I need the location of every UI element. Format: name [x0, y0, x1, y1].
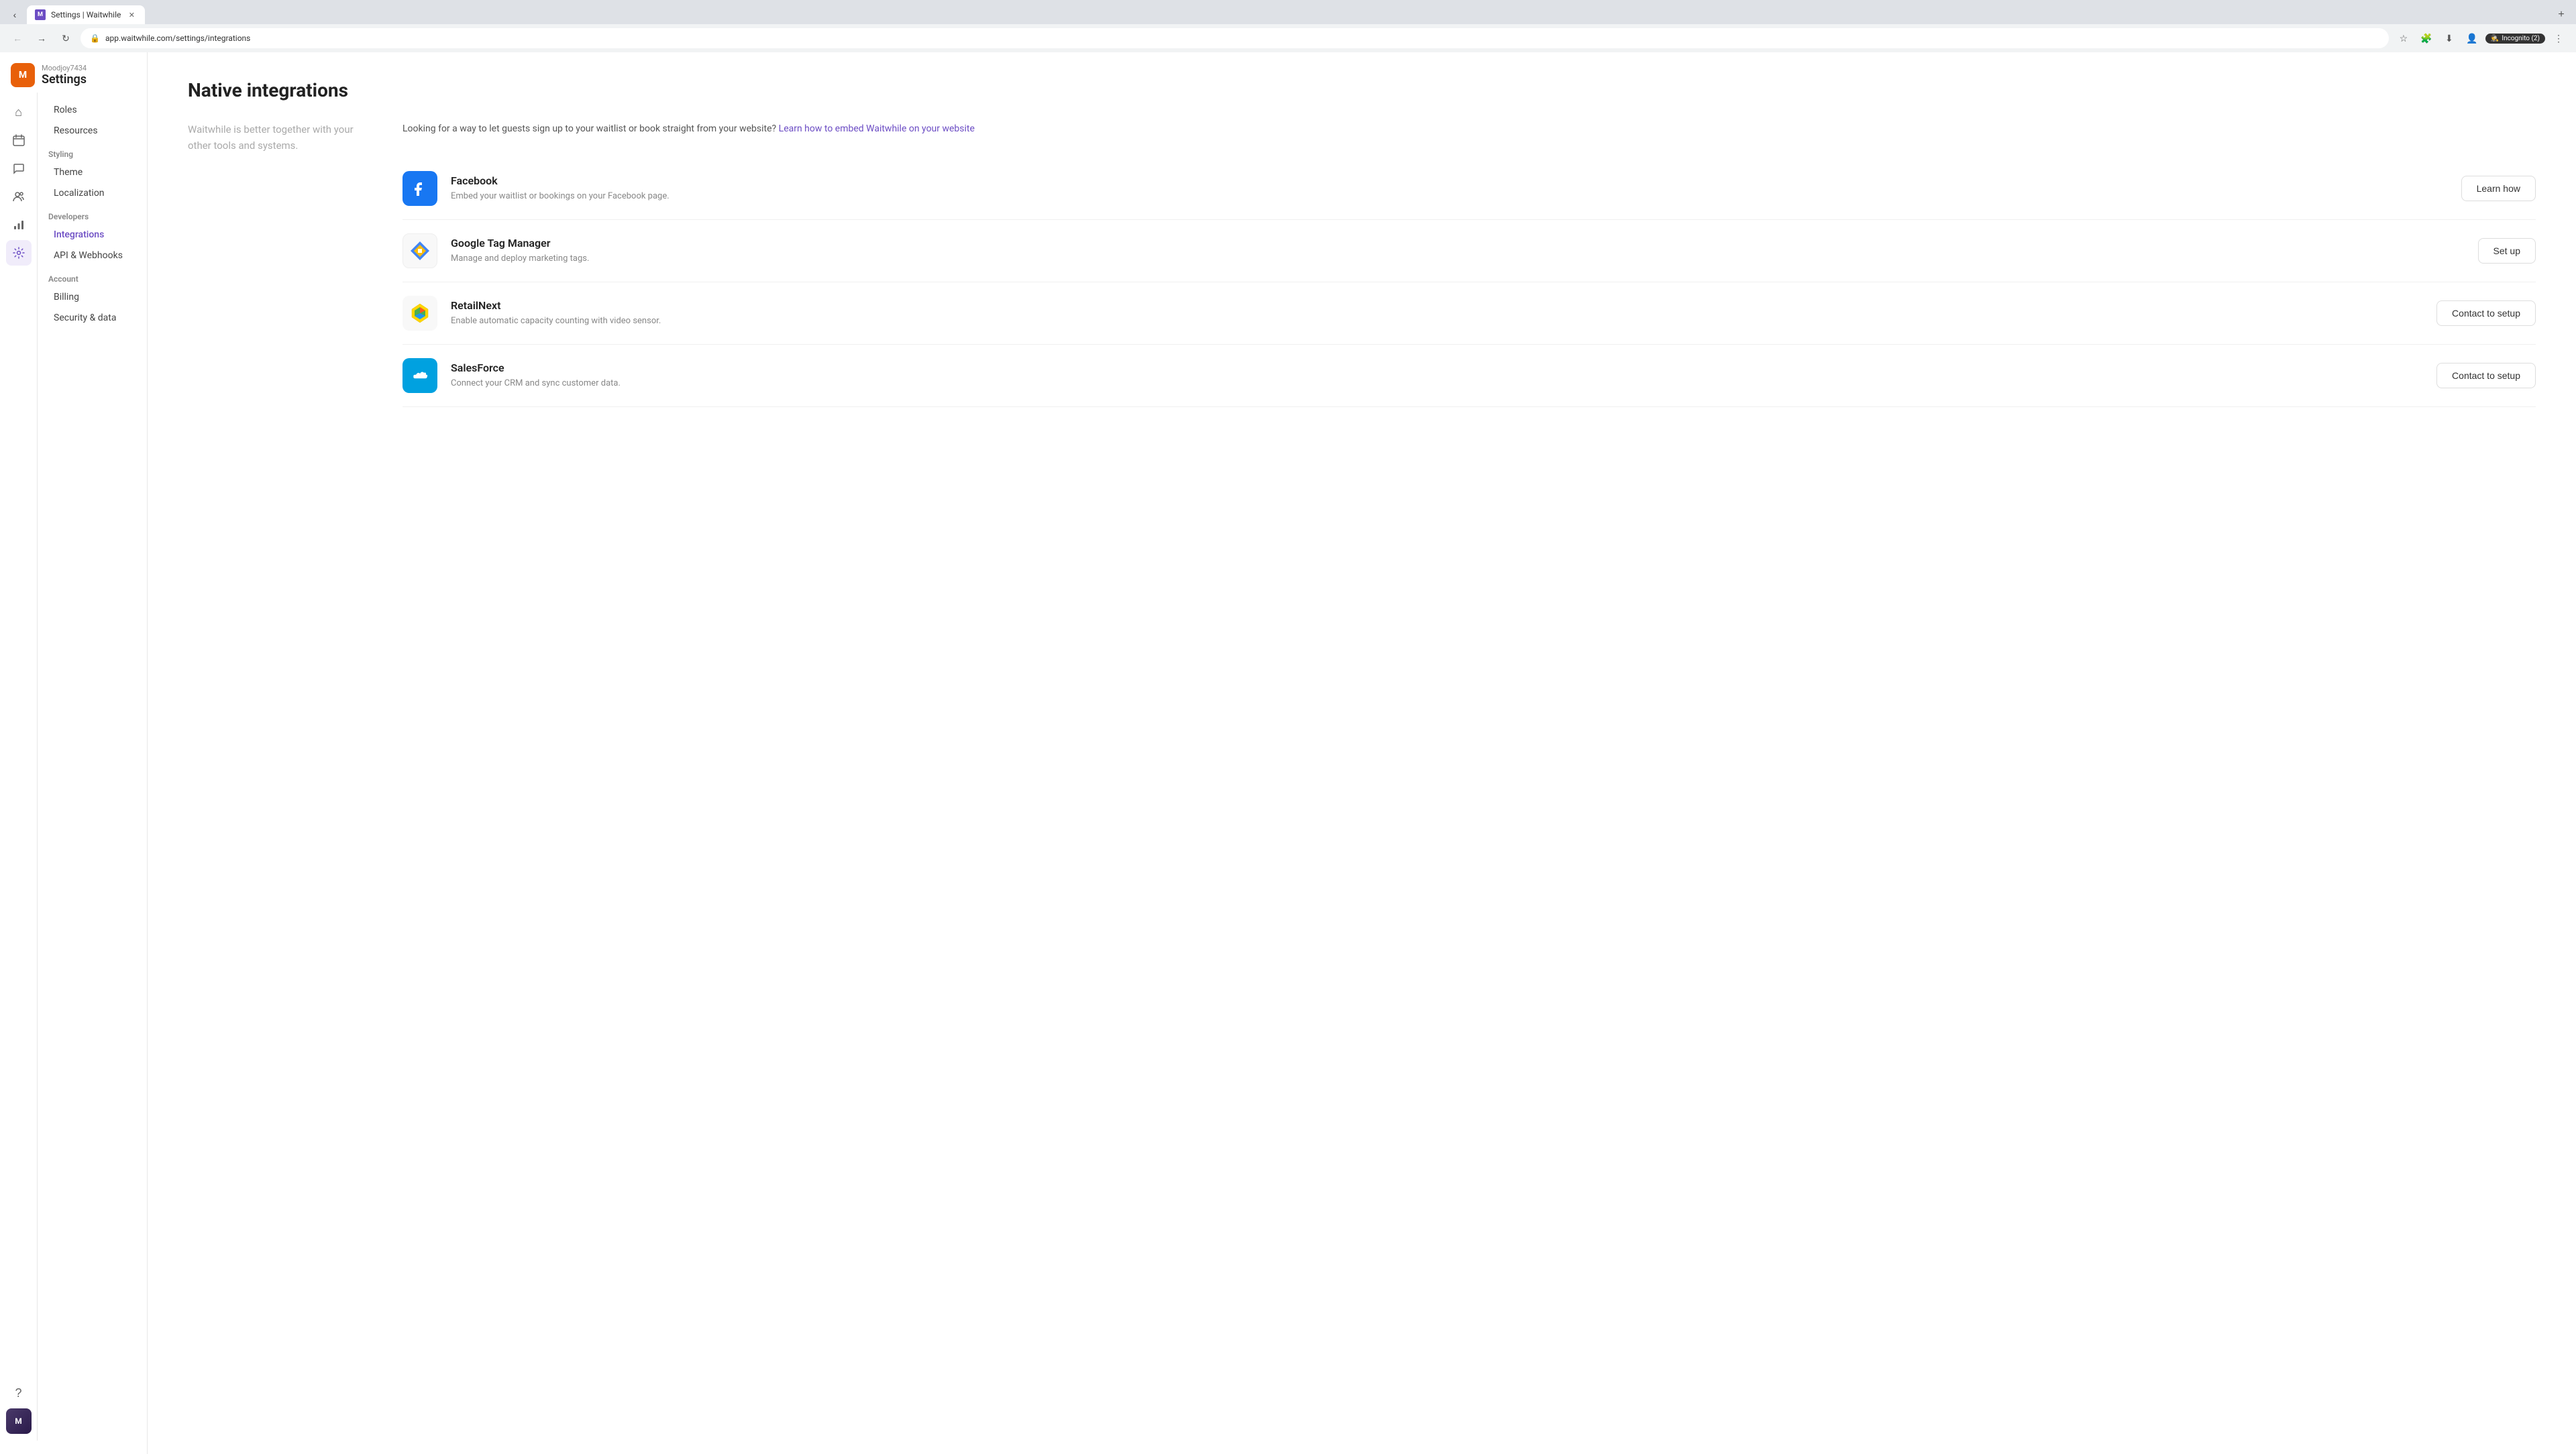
salesforce-desc: Connect your CRM and sync customer data.	[451, 377, 2423, 390]
extensions-button[interactable]: 🧩	[2417, 29, 2436, 48]
sidebar: M Moodjoy7434 Settings ⌂	[0, 52, 148, 1454]
profile-button[interactable]: 👤	[2463, 29, 2481, 48]
active-tab[interactable]: M Settings | Waitwhile ✕	[27, 5, 145, 24]
retailnext-name: RetailNext	[451, 299, 2423, 312]
address-bar[interactable]: 🔒 app.waitwhile.com/settings/integration…	[80, 28, 2389, 48]
text-sidebar: Roles Resources Styling Theme Localizati…	[38, 93, 147, 1441]
sidebar-item-theme[interactable]: Theme	[43, 162, 142, 182]
facebook-logo	[402, 171, 437, 206]
bookmark-button[interactable]: ☆	[2394, 29, 2413, 48]
content-grid: Waitwhile is better together with your o…	[188, 121, 2536, 407]
integration-card-salesforce: SalesForce Connect your CRM and sync cus…	[402, 345, 2536, 407]
gtm-info: Google Tag Manager Manage and deploy mar…	[451, 237, 2465, 266]
gtm-setup-button[interactable]: Set up	[2478, 238, 2536, 264]
page-title: Native integrations	[188, 79, 2536, 101]
chat-nav-button[interactable]	[6, 156, 32, 181]
description-text: Waitwhile is better together with your o…	[188, 121, 376, 154]
description-block: Waitwhile is better together with your o…	[188, 121, 376, 154]
embed-notice: Looking for a way to let guests sign up …	[402, 121, 2536, 136]
new-tab-button[interactable]: +	[2552, 5, 2571, 24]
incognito-badge: 🕵 Incognito (2)	[2485, 34, 2545, 44]
page-header: Native integrations	[188, 79, 2536, 101]
sidebar-item-security[interactable]: Security & data	[43, 308, 142, 328]
download-button[interactable]: ⬇	[2440, 29, 2459, 48]
salesforce-contact-button[interactable]: Contact to setup	[2436, 363, 2536, 388]
browser-icons: ☆ 🧩 ⬇ 👤 🕵 Incognito (2) ⋮	[2394, 29, 2568, 48]
sidebar-header: M Moodjoy7434 Settings	[0, 52, 147, 93]
users-nav-button[interactable]	[6, 184, 32, 209]
back-button[interactable]: ←	[8, 29, 27, 48]
integration-card-gtm: Google Tag Manager Manage and deploy mar…	[402, 220, 2536, 282]
retailnext-logo	[402, 296, 437, 331]
sidebar-item-roles[interactable]: Roles	[43, 100, 142, 120]
sidebar-item-api-webhooks[interactable]: API & Webhooks	[43, 245, 142, 266]
forward-button[interactable]: →	[32, 29, 51, 48]
browser-chrome: ‹ M Settings | Waitwhile ✕ + ← → ↻ 🔒 app…	[0, 0, 2576, 52]
url-text: app.waitwhile.com/settings/integrations	[105, 34, 250, 43]
menu-button[interactable]: ⋮	[2549, 29, 2568, 48]
retailnext-info: RetailNext Enable automatic capacity cou…	[451, 299, 2423, 328]
icon-sidebar: ⌂	[0, 93, 38, 1441]
sidebar-section-developers: Developers	[38, 204, 147, 224]
tab-title: Settings | Waitwhile	[51, 10, 121, 19]
user-avatar-button[interactable]: M	[6, 1408, 32, 1434]
account-name: Moodjoy7434	[42, 64, 87, 72]
sidebar-section-account: Account	[38, 266, 147, 286]
sidebar-item-integrations[interactable]: Integrations	[43, 225, 142, 245]
analytics-nav-button[interactable]	[6, 212, 32, 237]
integrations-block: Looking for a way to let guests sign up …	[402, 121, 2536, 407]
reload-button[interactable]: ↻	[56, 29, 75, 48]
address-bar-row: ← → ↻ 🔒 app.waitwhile.com/settings/integ…	[0, 24, 2576, 52]
facebook-learn-button[interactable]: Learn how	[2461, 176, 2536, 201]
tab-close-button[interactable]: ✕	[126, 9, 137, 20]
tab-bar: ‹ M Settings | Waitwhile ✕ +	[0, 0, 2576, 24]
retailnext-contact-button[interactable]: Contact to setup	[2436, 300, 2536, 326]
home-nav-button[interactable]: ⌂	[6, 99, 32, 125]
app-title-block: Moodjoy7434 Settings	[42, 64, 87, 87]
salesforce-logo	[402, 358, 437, 393]
help-nav-button[interactable]: ?	[6, 1380, 32, 1406]
avatar: M	[11, 63, 35, 87]
sidebar-section-styling: Styling	[38, 142, 147, 162]
sidebar-item-localization[interactable]: Localization	[43, 183, 142, 203]
salesforce-name: SalesForce	[451, 361, 2423, 374]
facebook-info: Facebook Embed your waitlist or bookings…	[451, 174, 2448, 203]
gtm-name: Google Tag Manager	[451, 237, 2465, 249]
tab-list: M Settings | Waitwhile ✕	[27, 5, 2549, 24]
settings-nav-button[interactable]	[6, 240, 32, 266]
sidebar-item-resources[interactable]: Resources	[43, 121, 142, 141]
integration-card-retailnext: RetailNext Enable automatic capacity cou…	[402, 282, 2536, 345]
app-layout: M Moodjoy7434 Settings ⌂	[0, 52, 2576, 1454]
gtm-logo	[402, 233, 437, 268]
tab-list-prev[interactable]: ‹	[5, 5, 24, 24]
sidebar-content: ⌂	[0, 93, 147, 1441]
retailnext-desc: Enable automatic capacity counting with …	[451, 315, 2423, 328]
facebook-name: Facebook	[451, 174, 2448, 187]
app-title: Settings	[42, 72, 87, 87]
main-content: Native integrations Waitwhile is better …	[148, 52, 2576, 1454]
sidebar-item-billing[interactable]: Billing	[43, 287, 142, 307]
facebook-desc: Embed your waitlist or bookings on your …	[451, 190, 2448, 203]
embed-link[interactable]: Learn how to embed Waitwhile on your web…	[779, 123, 975, 134]
calendar-nav-button[interactable]	[6, 127, 32, 153]
salesforce-info: SalesForce Connect your CRM and sync cus…	[451, 361, 2423, 390]
integration-card-facebook: Facebook Embed your waitlist or bookings…	[402, 158, 2536, 220]
tab-favicon: M	[35, 9, 46, 20]
gtm-desc: Manage and deploy marketing tags.	[451, 252, 2465, 266]
